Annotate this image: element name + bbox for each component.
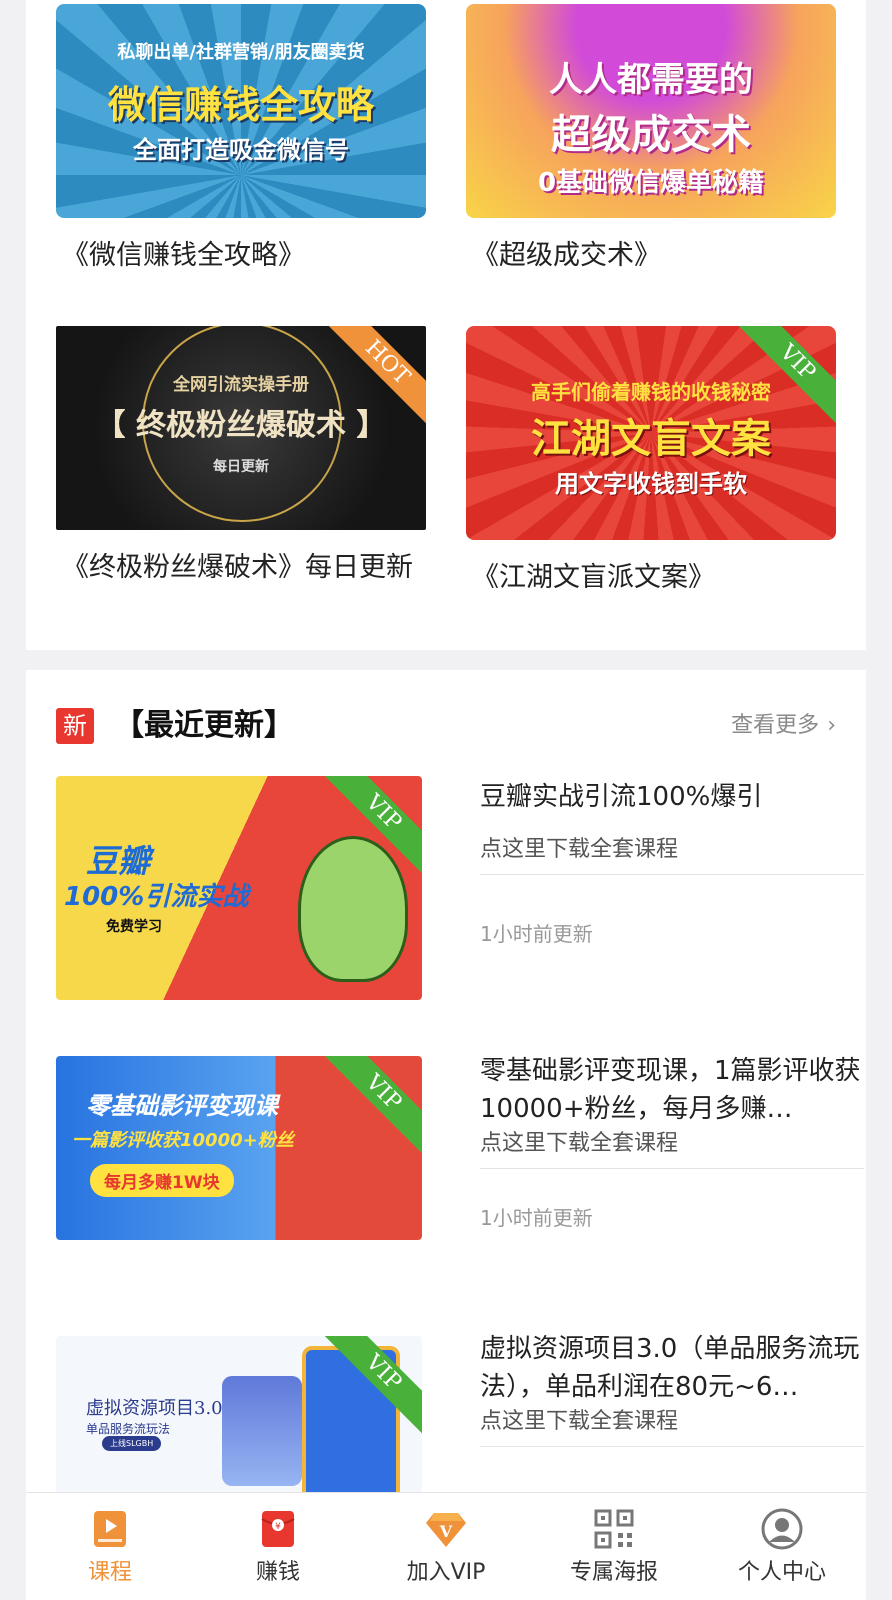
download-link[interactable]: 点这里下载全套课程	[480, 1406, 864, 1447]
banner-line: 免费学习	[106, 919, 162, 935]
course-banner: 人人都需要的 超级成交术 0基础微信爆单秘籍	[466, 4, 836, 218]
banner-headline: 【 终极粉丝爆破术 】	[95, 408, 387, 443]
update-time: 1小时前更新	[480, 922, 593, 946]
course-title: 《终极粉丝爆破术》每日更新	[62, 552, 413, 583]
banner-line: 私聊出单/社群营销/朋友圈卖货	[117, 42, 365, 63]
tab-label: 赚钱	[255, 1560, 300, 1585]
item-info: 虚拟资源项目3.0（单品服务流玩法），单品利润在80元~6… 点这里下载全套课程	[480, 1334, 864, 1447]
page: 私聊出单/社群营销/朋友圈卖货 微信赚钱全攻略 全面打造吸金微信号 《微信赚钱全…	[26, 0, 866, 1600]
tab-earn[interactable]: ¥ 赚钱	[194, 1493, 362, 1600]
list-item[interactable]: 虚拟资源项目3.0 单品服务流玩法 上线SLGBH VIP 虚拟资源项目3.0（…	[56, 1334, 864, 1500]
tab-label: 个人中心	[737, 1560, 826, 1585]
tab-profile[interactable]: 个人中心	[698, 1493, 866, 1600]
svg-text:V: V	[439, 1522, 453, 1541]
vip-ribbon: VIP	[312, 1056, 422, 1164]
download-link[interactable]: 点这里下载全套课程	[480, 1128, 864, 1169]
course-banner: 豆瓣 100%引流实战 免费学习 VIP	[56, 776, 422, 1000]
banner-line: 高手们偷着赚钱的收钱秘密	[531, 380, 771, 404]
course-banner: 高手们偷着赚钱的收钱秘密 江湖文盲文案 用文字收钱到手软 VIP	[466, 326, 836, 540]
item-info: 豆瓣实战引流100%爆引 点这里下载全套课程 1小时前更新	[480, 776, 864, 949]
banner-line: 每日更新	[213, 459, 269, 475]
course-icon	[88, 1507, 132, 1551]
tab-join-vip[interactable]: V 加入VIP	[362, 1493, 530, 1600]
banner-headline: 超级成交术	[551, 112, 751, 158]
course-banner: 全网引流实操手册 【 终极粉丝爆破术 】 每日更新 HOT	[56, 326, 426, 530]
tab-label: 课程	[87, 1560, 132, 1585]
banner-headline: 虚拟资源项目3.0	[86, 1398, 223, 1419]
user-icon	[760, 1507, 804, 1551]
recent-updates-header: 新 【最近更新】 查看更多 ›	[56, 706, 836, 746]
banner-headline: 零基础影评变现课	[86, 1092, 278, 1120]
item-title: 豆瓣实战引流100%爆引	[480, 782, 763, 812]
banner-badge: 每月多赚1W块	[90, 1164, 234, 1197]
download-link[interactable]: 点这里下载全套课程	[480, 834, 864, 875]
course-title: 《微信赚钱全攻略》	[62, 240, 305, 271]
section-title: 【最近更新】	[114, 708, 294, 743]
course-title: 《超级成交术》	[472, 240, 661, 271]
course-card[interactable]: 全网引流实操手册 【 终极粉丝爆破术 】 每日更新 HOT 《终极粉丝爆破术》每…	[56, 326, 426, 586]
tab-course[interactable]: 课程	[26, 1493, 194, 1600]
banner-headline: 江湖文盲文案	[531, 416, 771, 462]
banner-line: 一篇影评收获10000+粉丝	[72, 1130, 294, 1151]
course-card[interactable]: 私聊出单/社群营销/朋友圈卖货 微信赚钱全攻略 全面打造吸金微信号 《微信赚钱全…	[56, 4, 426, 274]
banner-line: 0基础微信爆单秘籍	[537, 168, 765, 198]
banner-line: 用文字收钱到手软	[555, 470, 747, 498]
banner-line: 全网引流实操手册	[173, 375, 309, 395]
course-banner: 零基础影评变现课 一篇影评收获10000+粉丝 每月多赚1W块 VIP	[56, 1056, 422, 1240]
course-card[interactable]: 高手们偷着赚钱的收钱秘密 江湖文盲文案 用文字收钱到手软 VIP 《江湖文盲派文…	[466, 326, 836, 596]
banner-line: 单品服务流玩法	[86, 1422, 171, 1436]
item-title: 虚拟资源项目3.0（单品服务流玩法），单品利润在80元~6…	[480, 1334, 860, 1402]
course-banner: 私聊出单/社群营销/朋友圈卖货 微信赚钱全攻略 全面打造吸金微信号	[56, 4, 426, 218]
item-info: 零基础影评变现课，1篇影评收获10000+粉丝，每月多赚… 点这里下载全套课程 …	[480, 1056, 864, 1233]
course-title: 《江湖文盲派文案》	[472, 562, 715, 593]
new-badge: 新	[56, 708, 94, 744]
svg-text:¥: ¥	[275, 1522, 281, 1532]
red-envelope-icon: ¥	[256, 1507, 300, 1551]
vip-diamond-icon: V	[424, 1507, 468, 1551]
course-card[interactable]: 人人都需要的 超级成交术 0基础微信爆单秘籍 《超级成交术》	[466, 4, 836, 274]
people-illustration	[222, 1376, 302, 1486]
view-more-link[interactable]: 查看更多 ›	[731, 710, 836, 742]
tab-label: 加入VIP	[406, 1560, 486, 1585]
frog-illustration	[298, 836, 408, 982]
banner-line: 人人都需要的	[549, 60, 753, 100]
chevron-right-icon: ›	[827, 713, 836, 738]
banner-headline: 微信赚钱全攻略	[107, 83, 374, 127]
tab-label: 专属海报	[569, 1560, 658, 1585]
qr-code-icon	[592, 1507, 636, 1551]
banner-pill: 上线SLGBH	[102, 1436, 162, 1451]
banner-headline: 100%引流实战	[64, 882, 249, 912]
course-banner: 虚拟资源项目3.0 单品服务流玩法 上线SLGBH VIP	[56, 1336, 422, 1500]
section-divider	[26, 650, 866, 670]
list-item[interactable]: 豆瓣 100%引流实战 免费学习 VIP 豆瓣实战引流100%爆引 点这里下载全…	[56, 776, 864, 1000]
item-title: 零基础影评变现课，1篇影评收获10000+粉丝，每月多赚…	[480, 1056, 861, 1124]
view-more-label: 查看更多	[731, 713, 820, 738]
update-time: 1小时前更新	[480, 1206, 593, 1230]
tab-bar: 课程 ¥ 赚钱 V 加入VIP 专属海报 个人中心	[26, 1492, 866, 1600]
banner-line: 全面打造吸金微信号	[133, 136, 349, 164]
list-item[interactable]: 零基础影评变现课 一篇影评收获10000+粉丝 每月多赚1W块 VIP 零基础影…	[56, 1056, 864, 1240]
tab-poster[interactable]: 专属海报	[530, 1493, 698, 1600]
